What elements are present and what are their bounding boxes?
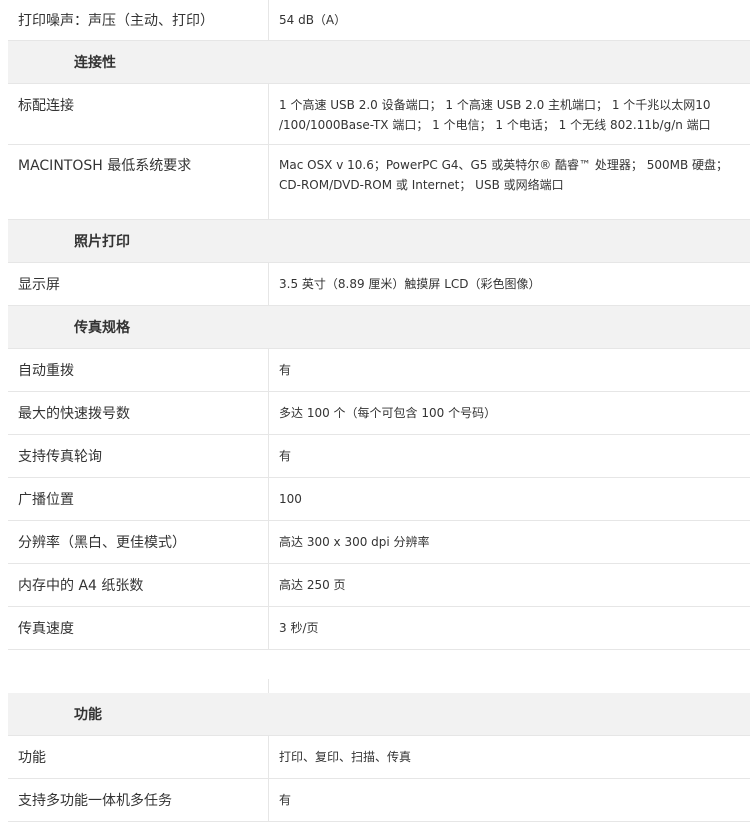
spec-row: 最大的快速拨号数 多达 100 个（每个可包含 100 个号码） xyxy=(8,392,750,435)
spec-row: 打印噪声：声压（主动、打印） 54 dB（A） xyxy=(8,0,750,41)
spec-label: 打印噪声：声压（主动、打印） xyxy=(18,13,214,29)
spec-label: 分辨率（黑白、更佳模式） xyxy=(18,535,186,551)
spec-label: 支持多功能一体机多任务 xyxy=(18,793,172,809)
spec-value: 有 xyxy=(268,349,750,391)
spec-row: 标配连接 1 个高速 USB 2.0 设备端口； 1 个高速 USB 2.0 主… xyxy=(8,84,750,145)
spec-row: 内存中的 A4 纸张数 高达 250 页 xyxy=(8,564,750,607)
spec-row: 自动重拨 有 xyxy=(8,349,750,392)
spec-value: 多达 100 个（每个可包含 100 个号码） xyxy=(268,392,750,434)
spec-value: 高达 300 x 300 dpi 分辨率 xyxy=(268,521,750,563)
spec-value: 3.5 英寸（8.89 厘米）触摸屏 LCD（彩色图像） xyxy=(268,263,750,305)
spec-label: 广播位置 xyxy=(18,492,74,508)
spec-value: 有 xyxy=(268,779,750,821)
section-header-connectivity: 连接性 xyxy=(8,41,750,84)
spec-label: 最大的快速拨号数 xyxy=(18,406,130,422)
spec-label: 内存中的 A4 纸张数 xyxy=(18,578,144,594)
spec-value: 1 个高速 USB 2.0 设备端口； 1 个高速 USB 2.0 主机端口； … xyxy=(268,84,750,144)
spec-label: 传真速度 xyxy=(18,621,74,637)
divider xyxy=(268,679,269,693)
spec-table: 打印噪声：声压（主动、打印） 54 dB（A） 连接性 标配连接 1 个高速 U… xyxy=(8,0,750,822)
section-header-photo: 照片打印 xyxy=(8,220,750,263)
spec-label: 标配连接 xyxy=(18,98,74,114)
spec-row: MACINTOSH 最低系统要求 Mac OSX v 10.6；PowerPC … xyxy=(8,145,750,220)
spec-row: 分辨率（黑白、更佳模式） 高达 300 x 300 dpi 分辨率 xyxy=(8,521,750,564)
spec-row: 支持多功能一体机多任务 有 xyxy=(8,779,750,822)
section-spacer xyxy=(8,650,750,693)
spec-row: 支持传真轮询 有 xyxy=(8,435,750,478)
spec-value: 有 xyxy=(268,435,750,477)
spec-label: 显示屏 xyxy=(18,277,60,293)
section-header-fax: 传真规格 xyxy=(8,306,750,349)
spec-value: 3 秒/页 xyxy=(268,607,750,649)
spec-value: 54 dB（A） xyxy=(268,0,750,40)
spec-label: 功能 xyxy=(18,750,46,766)
spec-row: 传真速度 3 秒/页 xyxy=(8,607,750,650)
spec-row: 显示屏 3.5 英寸（8.89 厘米）触摸屏 LCD（彩色图像） xyxy=(8,263,750,306)
spec-label: 自动重拨 xyxy=(18,363,74,379)
spec-value: Mac OSX v 10.6；PowerPC G4、G5 或英特尔® 酷睿™ 处… xyxy=(268,145,750,219)
spec-value: 100 xyxy=(268,478,750,520)
section-header-features: 功能 xyxy=(8,693,750,736)
spec-row: 功能 打印、复印、扫描、传真 xyxy=(8,736,750,779)
spec-value: 高达 250 页 xyxy=(268,564,750,606)
spec-label: 支持传真轮询 xyxy=(18,449,102,465)
spec-value: 打印、复印、扫描、传真 xyxy=(268,736,750,778)
spec-row: 广播位置 100 xyxy=(8,478,750,521)
spec-label: MACINTOSH 最低系统要求 xyxy=(18,158,192,174)
